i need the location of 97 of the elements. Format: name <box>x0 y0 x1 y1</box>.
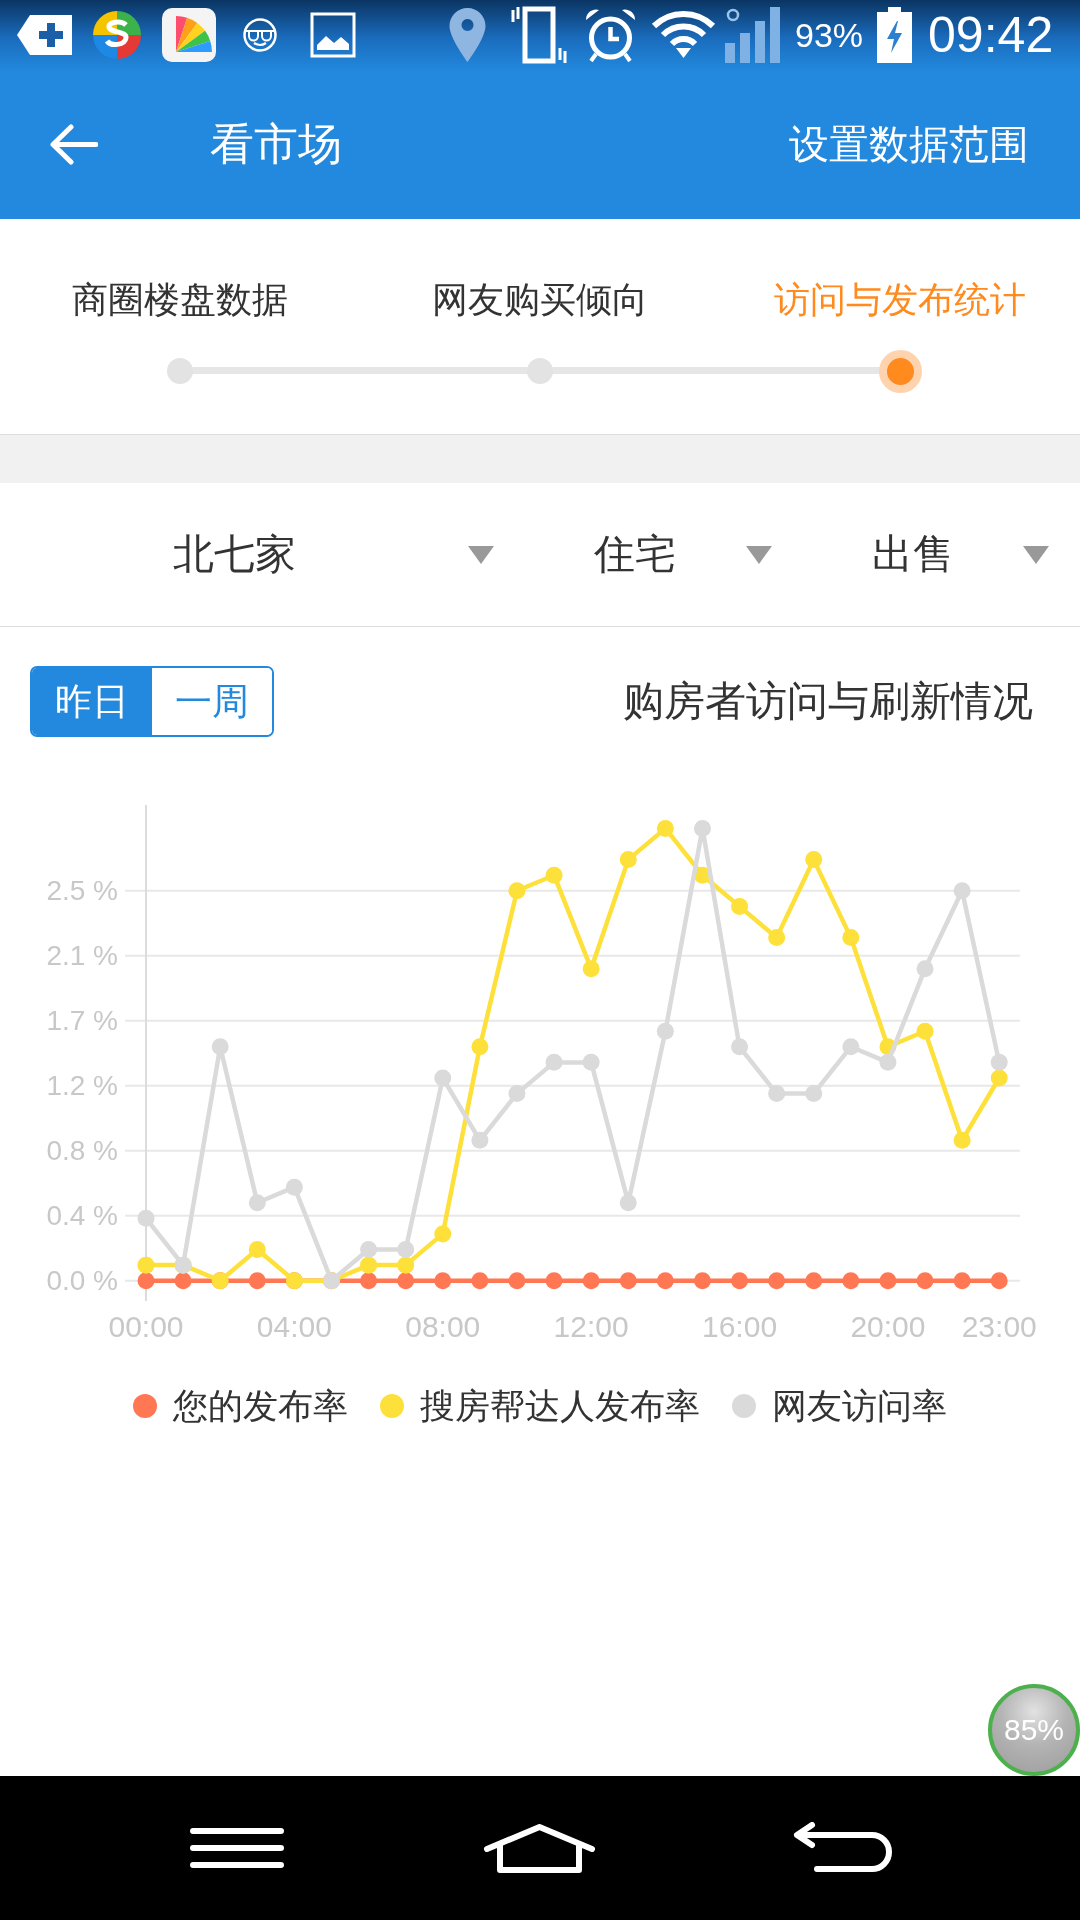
data-point <box>471 1272 489 1290</box>
data-point <box>508 1272 526 1290</box>
data-point <box>360 1272 378 1290</box>
data-point <box>879 1053 897 1071</box>
data-point <box>619 1194 637 1212</box>
legend-label: 您的发布率 <box>173 1384 348 1428</box>
set-range-button[interactable]: 设置数据范围 <box>789 117 1029 172</box>
data-point <box>916 960 934 978</box>
data-point <box>990 1272 1008 1290</box>
data-point <box>656 1272 674 1290</box>
dropdown-value[interactable]: 北七家 <box>172 530 296 578</box>
back-icon[interactable] <box>792 1822 895 1874</box>
data-point <box>842 1272 860 1290</box>
data-point <box>360 1241 378 1259</box>
alarm-clock-icon <box>584 7 637 63</box>
data-point <box>582 1053 600 1071</box>
data-point <box>805 851 823 869</box>
data-point <box>731 897 749 915</box>
data-point <box>731 1038 749 1056</box>
data-point <box>990 1069 1008 1087</box>
data-point <box>582 960 600 978</box>
data-point <box>990 1053 1008 1071</box>
data-point <box>545 866 563 884</box>
vibrate-icon <box>510 6 568 64</box>
menu-icon[interactable] <box>190 1827 284 1869</box>
step-tab[interactable]: 网友购买倾向 <box>432 278 648 322</box>
data-point <box>879 1038 897 1056</box>
data-point <box>248 1194 266 1212</box>
data-point <box>693 819 711 837</box>
location-pin-icon <box>449 8 486 62</box>
data-point <box>508 882 526 900</box>
battery-charging-icon <box>877 7 913 63</box>
data-point <box>434 1069 452 1087</box>
data-point <box>137 1272 155 1290</box>
wifi-icon <box>651 10 716 60</box>
data-point <box>508 1085 526 1103</box>
data-point <box>397 1241 415 1259</box>
data-point <box>805 1272 823 1290</box>
data-point <box>693 1272 711 1290</box>
dropdown-value[interactable]: 住宅 <box>594 530 676 578</box>
battery-percent: 93% <box>795 15 864 55</box>
data-point <box>545 1053 563 1071</box>
app-icon <box>162 8 216 62</box>
data-point <box>397 1272 415 1290</box>
data-point <box>842 1038 860 1056</box>
data-point <box>731 1272 749 1290</box>
step-marker-icon <box>878 349 922 393</box>
step-tab[interactable]: 商圈楼盘数据 <box>72 278 288 322</box>
caret-icon[interactable] <box>746 545 772 564</box>
data-point <box>916 1022 934 1040</box>
period-tab[interactable]: 昨日 <box>32 668 152 735</box>
data-point <box>211 1038 229 1056</box>
data-point <box>137 1256 155 1274</box>
data-point <box>471 1131 489 1149</box>
data-point <box>953 882 971 900</box>
data-point <box>545 1272 563 1290</box>
app-icon <box>93 11 141 59</box>
data-point <box>916 1272 934 1290</box>
data-point <box>656 819 674 837</box>
data-point <box>619 1272 637 1290</box>
data-point <box>953 1131 971 1149</box>
data-point <box>248 1241 266 1259</box>
data-point <box>619 851 637 869</box>
caret-icon[interactable] <box>468 545 494 564</box>
data-point <box>174 1272 192 1290</box>
home-icon[interactable] <box>483 1823 596 1873</box>
tag-plus-icon <box>17 15 72 55</box>
data-point <box>768 929 786 947</box>
back-arrow-icon[interactable] <box>49 124 98 165</box>
data-point <box>360 1256 378 1274</box>
step-marker-icon <box>167 358 193 384</box>
sunglasses-face-icon <box>241 18 279 52</box>
data-point <box>693 866 711 884</box>
screen-title: 看市场 <box>210 117 342 171</box>
dropdown-value[interactable]: 出售 <box>871 530 954 578</box>
data-point <box>656 1022 674 1040</box>
legend-label: 搜房帮达人发布率 <box>420 1384 700 1428</box>
data-point <box>137 1209 155 1227</box>
data-point <box>768 1085 786 1103</box>
data-point <box>842 929 860 947</box>
data-point <box>953 1272 971 1290</box>
data-point <box>582 1272 600 1290</box>
signal-icon <box>725 7 782 63</box>
data-point <box>768 1272 786 1290</box>
data-point <box>397 1256 415 1274</box>
data-point <box>285 1178 303 1196</box>
legend-label: 网友访问率 <box>772 1384 947 1428</box>
clock-time: 09:42 <box>928 6 1054 64</box>
data-point <box>434 1225 452 1243</box>
chart-title: 购房者访问与刷新情况 <box>623 676 1033 727</box>
data-point <box>434 1272 452 1290</box>
data-point <box>805 1085 823 1103</box>
data-point <box>248 1272 266 1290</box>
data-point <box>471 1038 489 1056</box>
caret-icon[interactable] <box>1023 545 1049 564</box>
data-point <box>879 1272 897 1290</box>
image-icon <box>310 12 356 58</box>
